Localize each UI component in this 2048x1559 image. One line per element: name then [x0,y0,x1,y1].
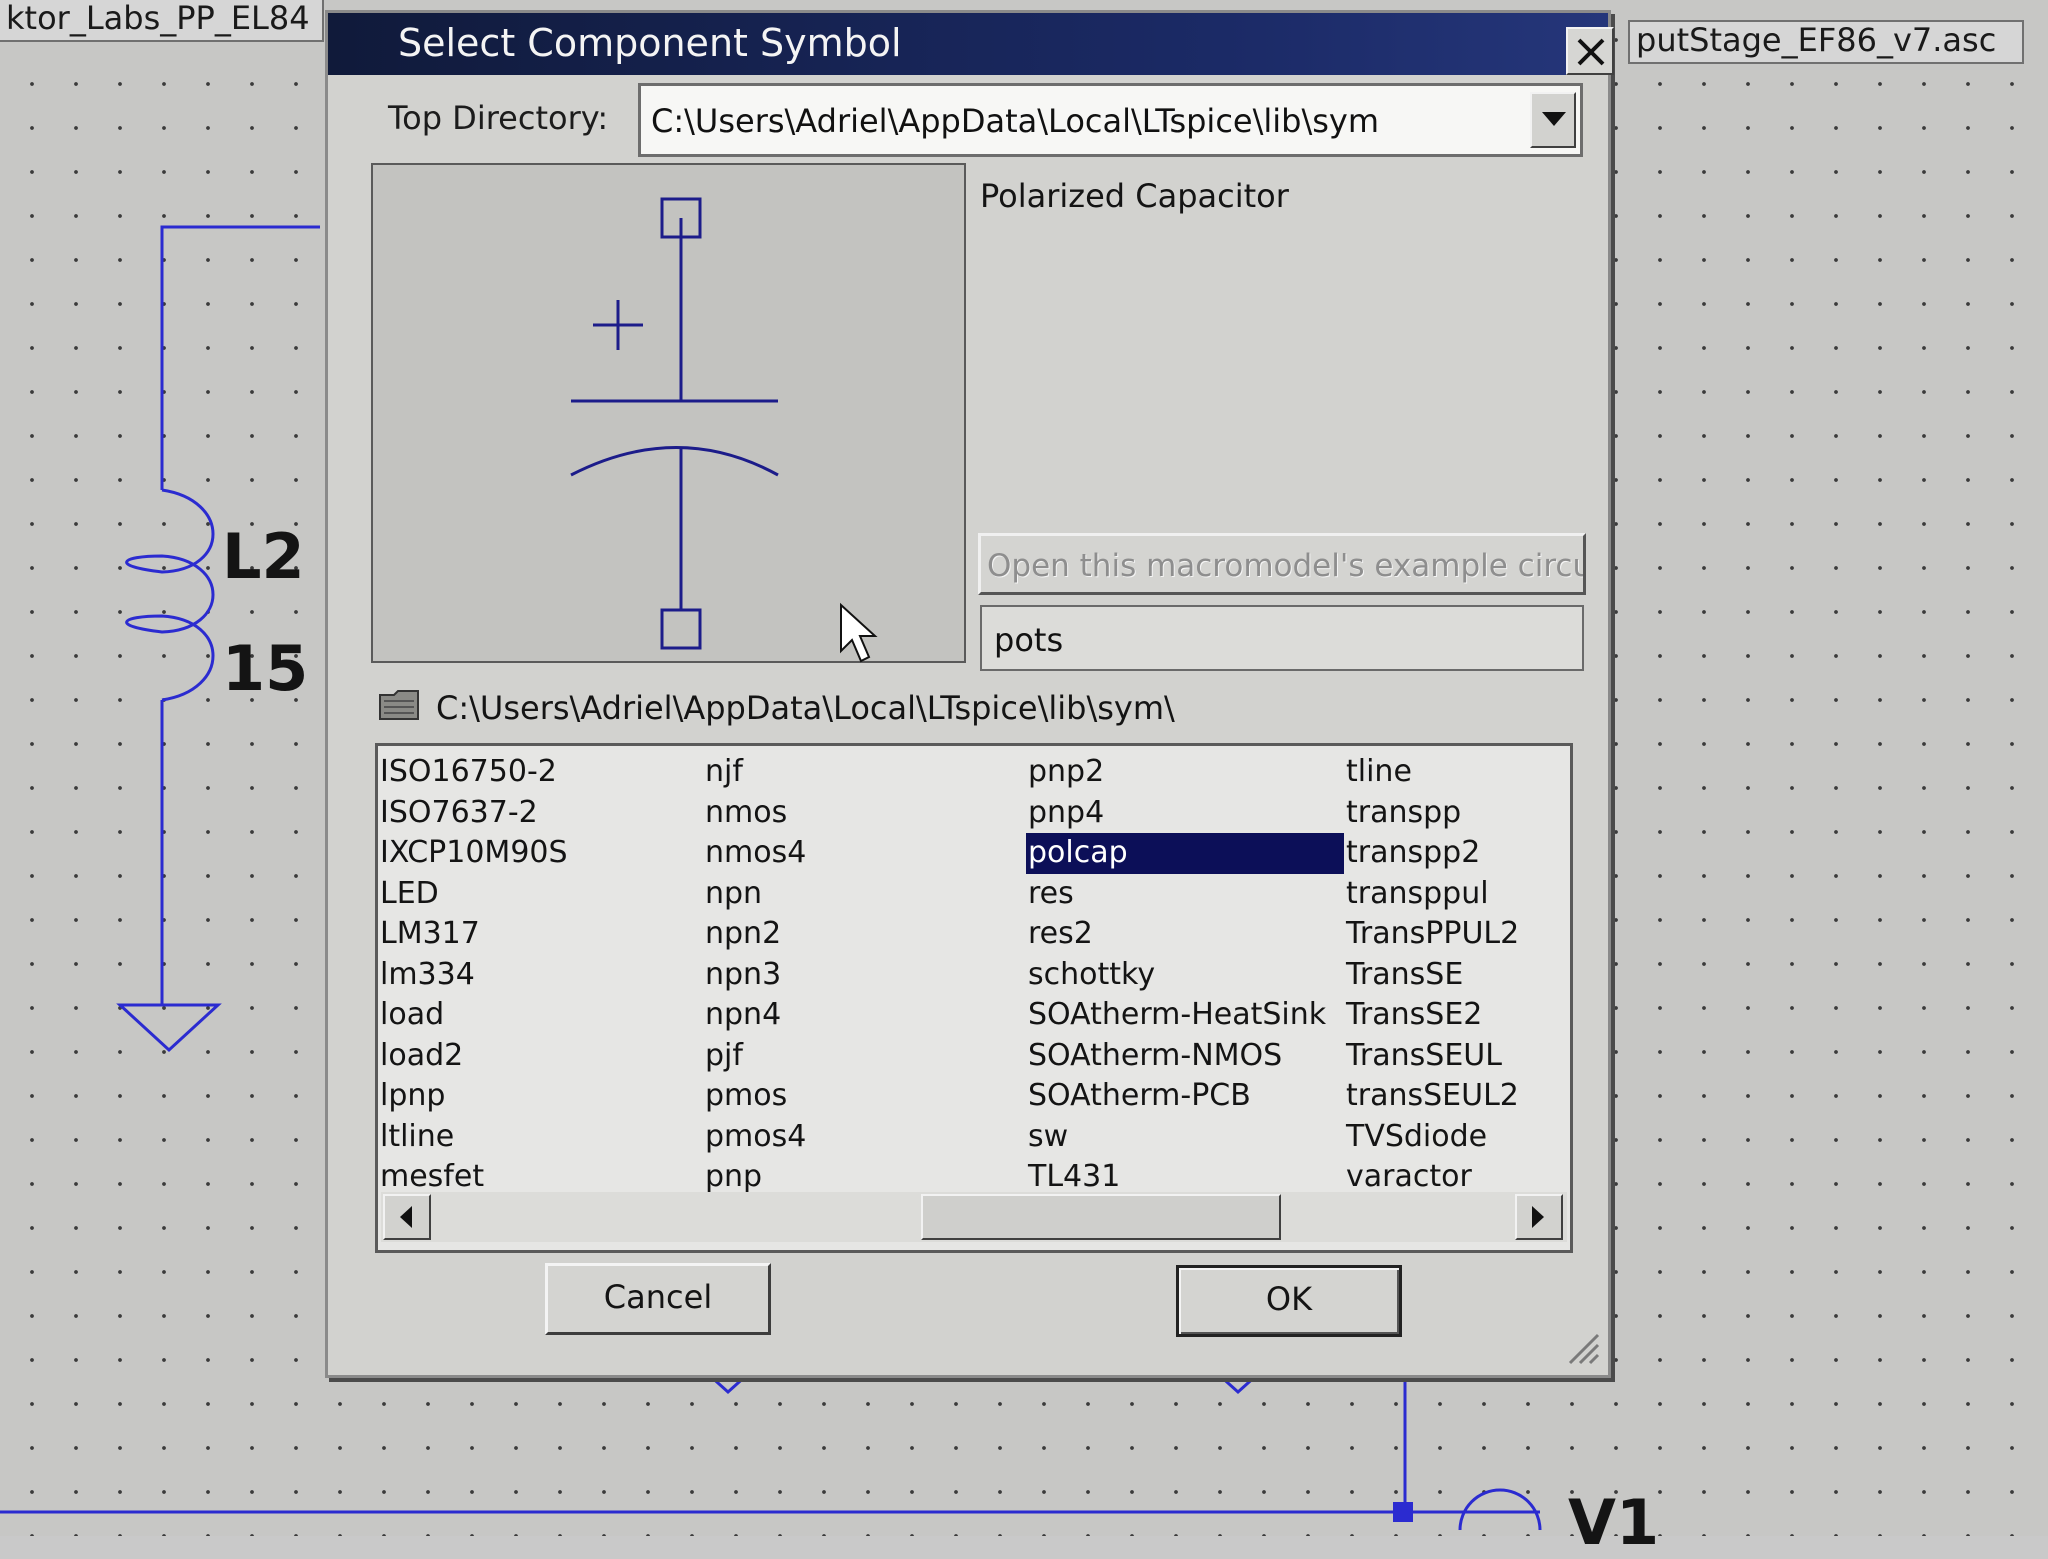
list-item[interactable]: pnp2 [1026,752,1344,793]
list-item[interactable]: ISO7637-2 [378,793,708,834]
cancel-button[interactable]: Cancel [545,1263,771,1335]
list-item[interactable]: res2 [1026,914,1344,955]
list-item[interactable]: schottky [1026,955,1344,996]
list-item[interactable]: transSEUL2 [1344,1076,1570,1117]
arrow-left-icon [400,1206,412,1228]
list-item[interactable]: tline [1344,752,1570,793]
dialog-title: Select Component Symbol [398,21,902,65]
left-document-tab[interactable]: ktor_Labs_PP_EL84 [0,0,324,42]
top-directory-dropdown-button[interactable] [1530,92,1576,148]
list-item[interactable]: ISO16750-2 [378,752,708,793]
source-name-label[interactable]: V1 [1568,1486,1659,1559]
list-item[interactable]: lpnp [378,1076,708,1117]
dialog-title-bar[interactable]: Select Component Symbol [328,13,1608,75]
list-item[interactable]: SOAtherm-NMOS [1026,1036,1344,1077]
list-item[interactable]: nmos [703,793,1023,834]
list-item[interactable]: nmos4 [703,833,1023,874]
list-column-4: tline transpp transpp2 transppul TransPPUL2 T… [1344,752,1570,1198]
search-input-value: pots [994,621,1064,659]
list-column-1: ISO16750-2 ISO7637-2 IXCP10M90S LED LM317 lm3… [378,752,708,1198]
symbol-preview [371,163,966,663]
list-item[interactable]: SOAtherm-PCB [1026,1076,1344,1117]
list-item[interactable]: lm334 [378,955,708,996]
list-item[interactable]: transppul [1344,874,1570,915]
list-item[interactable]: npn [703,874,1023,915]
close-icon [1577,38,1605,66]
list-item[interactable]: njf [703,752,1023,793]
list-item[interactable]: TransPPUL2 [1344,914,1570,955]
list-item[interactable]: ltline [378,1117,708,1158]
polarized-capacitor-symbol [570,197,878,663]
inductor-value-label[interactable]: 15 [222,632,308,705]
list-item-selected[interactable]: polcap [1026,833,1344,874]
list-column-3: pnp2 pnp4 polcap res res2 schottky SOAtherm-He… [1026,752,1344,1198]
list-item[interactable]: pmos [703,1076,1023,1117]
list-item[interactable]: npn2 [703,914,1023,955]
list-item[interactable]: TransSEUL [1344,1036,1570,1077]
component-list[interactable]: ISO16750-2 ISO7637-2 IXCP10M90S LED LM317 lm3… [375,743,1573,1253]
list-item[interactable]: IXCP10M90S [378,833,708,874]
horizontal-scrollbar[interactable] [381,1192,1567,1242]
mouse-cursor-icon [840,602,878,663]
folder-icon [379,690,419,720]
list-item[interactable]: npn3 [703,955,1023,996]
list-item[interactable]: pmos4 [703,1117,1023,1158]
list-item[interactable]: LM317 [378,914,708,955]
list-item[interactable]: TVSdiode [1344,1117,1570,1158]
right-document-tab[interactable]: putStage_EF86_v7.asc [1628,20,2024,64]
list-item[interactable]: transpp [1344,793,1570,834]
arrow-right-icon [1532,1206,1544,1228]
list-item[interactable]: transpp2 [1344,833,1570,874]
scrollbar-thumb[interactable] [921,1194,1281,1240]
inductor-name-label[interactable]: L2 [222,520,305,593]
list-item[interactable]: TransSE [1344,955,1570,996]
list-column-2: njf nmos nmos4 npn npn2 npn3 npn4 pjf pmos pmos4 p… [703,752,1023,1198]
list-item[interactable]: npn4 [703,995,1023,1036]
current-path: C:\Users\Adriel\AppData\Local\LTspice\li… [436,689,1175,727]
list-item[interactable]: TransSE2 [1344,995,1570,1036]
scroll-left-button[interactable] [383,1194,431,1240]
close-button[interactable] [1566,27,1614,75]
list-item[interactable]: load2 [378,1036,708,1077]
list-item[interactable]: pnp4 [1026,793,1344,834]
select-component-dialog: Select Component Symbol Top Directory: C… [325,10,1614,1378]
top-directory-label: Top Directory: [388,99,609,137]
scroll-right-button[interactable] [1515,1194,1563,1240]
search-input[interactable]: pots [980,605,1584,671]
chevron-down-icon [1542,112,1566,126]
component-description: Polarized Capacitor [980,177,1289,215]
list-item[interactable]: SOAtherm-HeatSink [1026,995,1344,1036]
ok-button[interactable]: OK [1176,1265,1402,1337]
resize-grip-icon[interactable] [1564,1329,1600,1365]
top-directory-value: C:\Users\Adriel\AppData\Local\LTspice\li… [651,102,1380,140]
top-directory-select[interactable]: C:\Users\Adriel\AppData\Local\LTspice\li… [638,83,1583,157]
open-example-circuit-button[interactable]: Open this macromodel's example circuit [978,533,1586,595]
list-item[interactable]: pjf [703,1036,1023,1077]
list-item[interactable]: load [378,995,708,1036]
list-item[interactable]: sw [1026,1117,1344,1158]
list-item[interactable]: res [1026,874,1344,915]
list-item[interactable]: LED [378,874,708,915]
